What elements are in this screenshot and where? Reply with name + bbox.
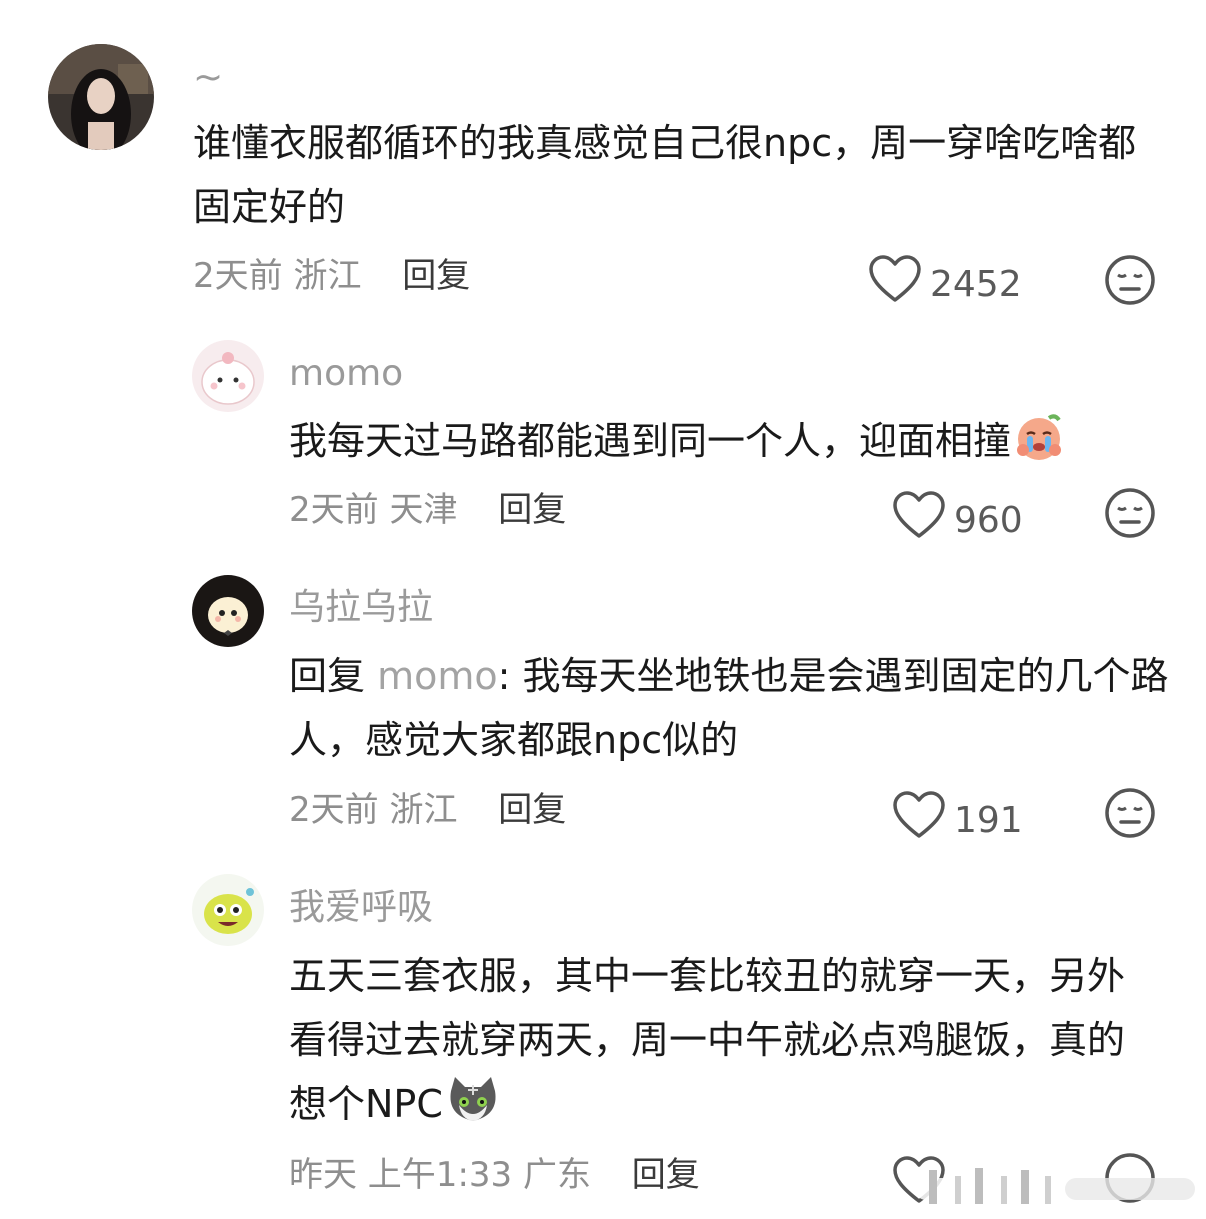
comment-text-content: 五天三套衣服，其中一套比较丑的就穿一天，另外看得过去就穿两天，周一中午就必点鸡腿…: [289, 954, 1126, 1126]
like-count: 191: [954, 799, 1023, 841]
heart-icon: [892, 490, 946, 551]
comment-text: 五天三套衣服，其中一套比较丑的就穿一天，另外看得过去就穿两天，周一中午就必点鸡腿…: [289, 944, 1139, 1144]
cat-emoji-icon: [445, 1075, 501, 1144]
like-button[interactable]: 960: [892, 490, 1023, 551]
comment-text-content: 我每天过马路都能遇到同一个人，迎面相撞: [289, 419, 1012, 463]
comment-author-name[interactable]: 我爱呼吸: [289, 886, 433, 930]
comment-text: 回复 momo: 我每天坐地铁也是会遇到固定的几个路人，感觉大家都跟npc似的: [289, 644, 1169, 772]
reply-button[interactable]: 回复: [632, 1155, 700, 1195]
comment-author-name[interactable]: ~: [193, 56, 223, 100]
avatar[interactable]: [48, 44, 154, 150]
crying-emoji-icon: [1013, 412, 1067, 481]
unhappy-face-icon: [1104, 788, 1156, 843]
like-count: 2452: [930, 263, 1022, 305]
comment-time: 2天前: [193, 256, 283, 296]
comment-location: 浙江: [293, 256, 362, 296]
like-button[interactable]: 2452: [868, 254, 1022, 315]
comment-location: 广东: [522, 1155, 591, 1195]
heart-icon: [892, 790, 946, 851]
dislike-button[interactable]: [1104, 787, 1156, 843]
avatar[interactable]: [192, 575, 264, 647]
comment-time: 2天前: [289, 790, 379, 830]
comment-author-name[interactable]: momo: [289, 352, 403, 396]
avatar[interactable]: [192, 340, 264, 412]
comment-location: 浙江: [389, 790, 458, 830]
comment-time: 2天前: [289, 490, 379, 530]
comment-meta: 2天前 浙江 回复: [289, 788, 566, 832]
comment-time: 昨天 上午1:33: [289, 1155, 513, 1195]
watermark: [905, 1162, 1205, 1212]
comment-location: 天津: [389, 490, 458, 530]
avatar[interactable]: [192, 874, 264, 946]
reply-button[interactable]: 回复: [498, 490, 566, 530]
unhappy-face-icon: [1104, 255, 1156, 310]
unhappy-face-icon: [1104, 488, 1156, 543]
comment-meta: 2天前 浙江 回复: [193, 254, 470, 298]
reply-target-name[interactable]: momo: [377, 654, 498, 698]
comment-meta: 昨天 上午1:33 广东 回复: [289, 1153, 700, 1197]
comment-meta: 2天前 天津 回复: [289, 488, 566, 532]
comment-text: 我每天过马路都能遇到同一个人，迎面相撞: [289, 409, 1169, 481]
reply-prefix: 回复: [289, 654, 378, 698]
like-button[interactable]: 191: [892, 790, 1023, 851]
comment-author-name[interactable]: 乌拉乌拉: [289, 586, 433, 630]
reply-button[interactable]: 回复: [402, 256, 470, 296]
heart-icon: [868, 254, 922, 315]
dislike-button[interactable]: [1104, 254, 1156, 310]
comment-text: 谁懂衣服都循环的我真感觉自己很npc，周一穿啥吃啥都固定好的: [193, 121, 1137, 229]
reply-button[interactable]: 回复: [498, 790, 566, 830]
dislike-button[interactable]: [1104, 487, 1156, 543]
like-count: 960: [954, 499, 1023, 541]
